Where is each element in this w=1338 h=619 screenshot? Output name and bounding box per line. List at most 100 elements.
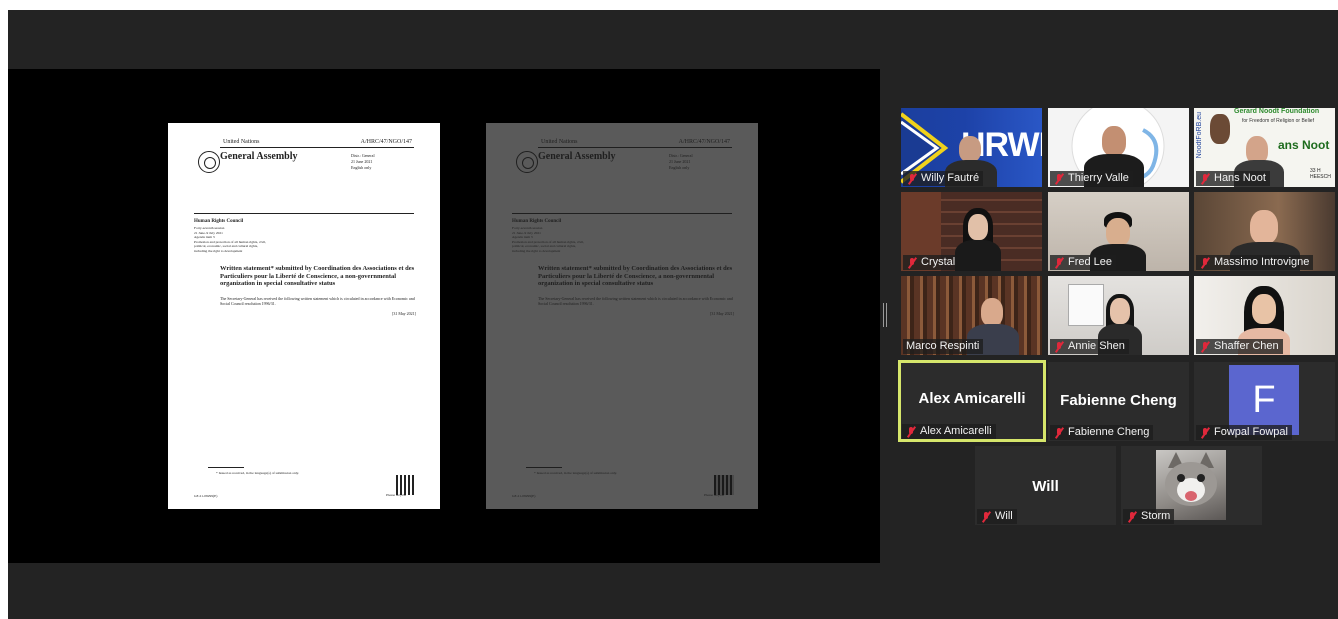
participant-face [1252, 294, 1276, 324]
doc-org: United Nations [541, 139, 578, 145]
doc-symbol: A/HRC/47/NGO/147 [360, 139, 412, 145]
doc-council: Human Rights Council [512, 219, 562, 224]
mic-muted-icon [1199, 257, 1211, 269]
session-line: including the right to development [512, 248, 561, 253]
participant-name-label: Marco Respinti [903, 339, 984, 354]
doc-body-name: General Assembly [220, 151, 298, 162]
participant-name: Alex Amicarelli [920, 425, 992, 437]
video-tile[interactable]: Crystal Wang [901, 192, 1042, 271]
participant-name: Storm [1141, 510, 1171, 522]
video-tile-active-speaker[interactable]: Alex Amicarelli Alex Amicarelli [898, 360, 1046, 442]
participant-name-label: Alex Amicarelli [902, 424, 996, 439]
participant-name-label: Massimo Introvigne [1196, 255, 1314, 270]
participant-name-label: Thierry Valle [1050, 171, 1133, 186]
mic-muted-icon [1199, 173, 1211, 185]
doc-meta: Distr.: General 21 June 2021 English onl… [351, 153, 385, 171]
doc-symbol: A/HRC/47/NGO/147 [678, 139, 730, 145]
participant-name-label: Fabienne Cheng [1050, 425, 1154, 440]
doc-session: Forty-seventh session 21 June–9 July 202… [512, 226, 652, 253]
mic-muted-icon [906, 257, 918, 269]
window-graphic [1068, 284, 1104, 326]
screen-share-area: United Nations A/HRC/47/NGO/147 General … [8, 69, 880, 563]
banner-name: ans Noot [1278, 138, 1330, 152]
portrait-graphic [1210, 114, 1230, 144]
doc-footnote: * Issued as received, in the language(s)… [216, 471, 300, 475]
participant-display-name: Alex Amicarelli [918, 390, 1026, 407]
banner-side-text: NoodtFoRB.eu [1196, 112, 1203, 159]
participant-name-label: Fowpal Fowpal [1196, 425, 1292, 440]
mic-muted-icon [1053, 173, 1065, 185]
doc-council: Human Rights Council [194, 219, 244, 224]
participant-display-name: Will [1032, 478, 1059, 495]
participant-name: Thierry Valle [1068, 172, 1129, 184]
video-tile[interactable]: Annie Shen [1048, 276, 1189, 355]
divider [194, 213, 414, 214]
video-tile[interactable]: Will Will [975, 446, 1116, 525]
document-page-left: United Nations A/HRC/47/NGO/147 General … [168, 123, 440, 509]
doc-statement-title: Written statement* submitted by Coordina… [538, 265, 733, 287]
mic-muted-icon [1053, 341, 1065, 353]
participant-name-label: Willy Fautré [903, 171, 984, 186]
mic-muted-icon [980, 511, 992, 523]
doc-code: GE.21-08299(E) [194, 494, 218, 498]
mic-muted-icon [1126, 511, 1138, 523]
mic-muted-icon [1053, 257, 1065, 269]
video-tile[interactable]: Shaffer Chen [1194, 276, 1335, 355]
mic-muted-icon [1199, 341, 1211, 353]
qr-code-icon [396, 475, 416, 495]
participant-face [968, 214, 988, 240]
participant-name: Fabienne Cheng [1068, 426, 1150, 438]
participant-name-label: Will [977, 509, 1017, 524]
panel-resize-handle[interactable] [883, 303, 887, 327]
video-tile[interactable]: Fabienne Cheng Fabienne Cheng [1048, 362, 1189, 441]
video-tile[interactable]: NoodtFoRB.eu Gerard Noodt Foundation for… [1194, 108, 1335, 187]
meta-line: English only [351, 165, 372, 170]
participant-name: Shaffer Chen [1214, 340, 1279, 352]
video-tile[interactable]: Fred Lee [1048, 192, 1189, 271]
participant-name-label: Fred Lee [1050, 255, 1117, 270]
mic-muted-icon [1199, 427, 1211, 439]
doc-statement-body: The Secretary-General has received the f… [538, 296, 733, 306]
participant-name-label: Annie Shen [1050, 339, 1129, 354]
meeting-window: United Nations A/HRC/47/NGO/147 General … [8, 10, 1338, 619]
participant-name-label: Shaffer Chen [1196, 339, 1283, 354]
doc-footnote: * Issued as received, in the language(s)… [534, 471, 618, 475]
participant-name: Marco Respinti [906, 340, 980, 352]
divider [208, 467, 244, 468]
banner-subtitle: for Freedom of Religion or Belief [1242, 118, 1314, 124]
participant-face [1102, 126, 1126, 156]
video-tile[interactable]: Thierry Valle [1048, 108, 1189, 187]
mic-muted-icon [906, 173, 918, 185]
document-page-right: United Nations A/HRC/47/NGO/147 General … [486, 123, 758, 509]
participant-face [1250, 210, 1278, 244]
participant-name: Willy Fautré [921, 172, 980, 184]
participant-name: Massimo Introvigne [1214, 256, 1310, 268]
divider [220, 147, 414, 148]
doc-meta: Distr.: General 21 June 2021 English onl… [669, 153, 703, 171]
un-emblem-icon [516, 151, 538, 173]
video-tile[interactable]: Storm [1121, 446, 1262, 525]
participant-name: Annie Shen [1068, 340, 1125, 352]
un-emblem-icon [198, 151, 220, 173]
video-tile[interactable]: Massimo Introvigne [1194, 192, 1335, 271]
participant-name: Hans Noot [1214, 172, 1266, 184]
divider [526, 467, 562, 468]
session-line: including the right to development [194, 248, 243, 253]
video-tile[interactable]: F Fowpal Fowpal [1194, 362, 1335, 441]
participant-face [959, 136, 981, 162]
participant-face [1110, 298, 1130, 324]
doc-org: United Nations [223, 139, 260, 145]
participant-name: Fred Lee [1068, 256, 1113, 268]
divider [512, 213, 732, 214]
participant-name: Fowpal Fowpal [1214, 426, 1288, 438]
video-tile[interactable]: Marco Respinti [901, 276, 1042, 355]
doc-body-name: General Assembly [538, 151, 616, 162]
mic-muted-icon [905, 426, 917, 438]
video-tile[interactable]: HRWF Willy Fautré [901, 108, 1042, 187]
participant-name-label: Storm [1123, 509, 1175, 524]
doc-code: GE.21-08299(E) [512, 494, 536, 498]
participant-name: Will [995, 510, 1013, 522]
participant-body [955, 240, 1001, 271]
doc-statement-date: [31 May 2021] [710, 311, 734, 316]
participant-name-label: Hans Noot [1196, 171, 1270, 186]
